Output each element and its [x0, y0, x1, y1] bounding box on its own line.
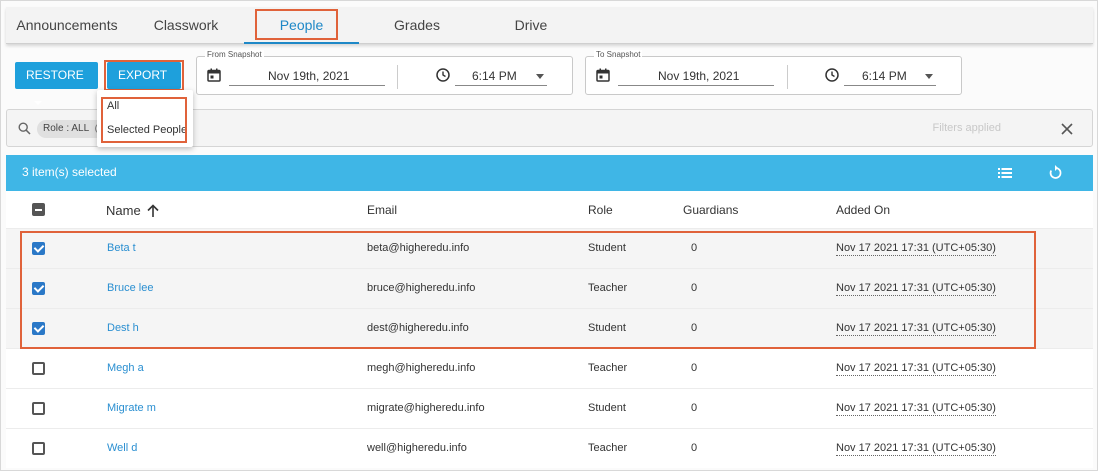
clock-icon[interactable]: [436, 68, 450, 82]
to-time-dropdown-icon[interactable]: [925, 74, 933, 79]
tab-drive[interactable]: Drive: [475, 7, 587, 44]
tab-grades[interactable]: Grades: [359, 7, 475, 44]
from-date-value[interactable]: Nov 19th, 2021: [268, 69, 349, 83]
calendar-icon[interactable]: [207, 68, 221, 82]
from-time-value[interactable]: 6:14 PM: [472, 69, 517, 83]
export-button[interactable]: EXPORT: [107, 62, 181, 105]
person-name-link[interactable]: Megh a: [107, 362, 144, 374]
export-menu: All Selected People: [97, 90, 193, 147]
role-cell: Teacher: [588, 282, 628, 294]
row-checkbox[interactable]: [32, 322, 45, 335]
added-on-cell: Nov 17 2021 17:31 (UTC+05:30): [836, 402, 996, 416]
email-cell: beta@higheredu.info: [367, 242, 470, 254]
guardians-cell: 0: [691, 402, 698, 414]
to-date-underline: [618, 85, 774, 86]
export-button-label: EXPORT: [118, 68, 168, 82]
from-snapshot-group: From Snapshot Nov 19th, 2021 6:14 PM: [196, 50, 573, 95]
to-snapshot-group: To Snapshot Nov 19th, 2021 6:14 PM: [585, 50, 962, 95]
added-on-cell: Nov 17 2021 17:31 (UTC+05:30): [836, 442, 996, 456]
role-cell: Student: [588, 402, 626, 414]
list-view-icon[interactable]: [998, 167, 1012, 179]
from-snapshot-legend: From Snapshot: [205, 50, 264, 59]
tab-announcements[interactable]: Announcements: [6, 7, 128, 44]
refresh-icon[interactable]: [1048, 165, 1062, 180]
guardians-cell: 0: [691, 282, 698, 294]
person-name-link[interactable]: Well d: [107, 442, 137, 454]
divider: [397, 65, 398, 89]
menu-item-selected-people[interactable]: Selected People: [107, 124, 187, 136]
to-date-value[interactable]: Nov 19th, 2021: [658, 69, 739, 83]
role-cell: Student: [588, 322, 626, 334]
arrow-up-icon[interactable]: [147, 204, 159, 217]
person-name-link[interactable]: Bruce lee: [107, 282, 153, 294]
added-on-cell: Nov 17 2021 17:31 (UTC+05:30): [836, 282, 996, 296]
role-filter-label: Role : ALL: [43, 123, 89, 134]
person-name-link[interactable]: Dest h: [107, 322, 139, 334]
role-column-header[interactable]: Role: [588, 203, 613, 217]
added-on-cell: Nov 17 2021 17:31 (UTC+05:30): [836, 242, 996, 256]
role-cell: Teacher: [588, 362, 628, 374]
role-cell: Student: [588, 242, 626, 254]
table-row[interactable]: Bruce lee bruce@higheredu.info Teacher 0…: [6, 268, 1093, 308]
selection-count: 3 item(s) selected: [22, 165, 117, 179]
guardians-column-header[interactable]: Guardians: [683, 203, 738, 217]
guardians-cell: 0: [691, 442, 698, 454]
role-cell: Teacher: [588, 442, 628, 454]
email-cell: bruce@higheredu.info: [367, 282, 476, 294]
row-checkbox[interactable]: [32, 282, 45, 295]
search-icon[interactable]: [18, 122, 31, 135]
name-column-label: Name: [106, 203, 141, 218]
email-cell: megh@higheredu.info: [367, 362, 476, 374]
divider: [787, 65, 788, 89]
tab-bar: Announcements Classwork People Grades Dr…: [6, 7, 1093, 44]
email-cell: migrate@higheredu.info: [367, 402, 485, 414]
table-row[interactable]: Migrate m migrate@higheredu.info Student…: [6, 388, 1093, 428]
close-icon[interactable]: [1061, 123, 1073, 135]
selection-bar: 3 item(s) selected: [6, 155, 1093, 191]
tab-people[interactable]: People: [244, 7, 359, 44]
added-on-cell: Nov 17 2021 17:31 (UTC+05:30): [836, 362, 996, 376]
calendar-icon[interactable]: [596, 68, 610, 82]
row-checkbox[interactable]: [32, 402, 45, 415]
to-time-value[interactable]: 6:14 PM: [862, 69, 907, 83]
row-checkbox[interactable]: [32, 362, 45, 375]
tab-classwork[interactable]: Classwork: [128, 7, 244, 44]
added-on-cell: Nov 17 2021 17:31 (UTC+05:30): [836, 322, 996, 336]
restore-button[interactable]: RESTORE: [15, 62, 98, 105]
added-on-column-header[interactable]: Added On: [836, 203, 890, 217]
email-cell: dest@higheredu.info: [367, 322, 469, 334]
clock-icon[interactable]: [825, 68, 839, 82]
guardians-cell: 0: [691, 362, 698, 374]
guardians-cell: 0: [691, 322, 698, 334]
to-snapshot-legend: To Snapshot: [594, 50, 643, 59]
restore-button-label: RESTORE: [26, 68, 84, 82]
row-checkbox[interactable]: [32, 242, 45, 255]
select-all-checkbox[interactable]: [32, 203, 45, 216]
person-name-link[interactable]: Beta t: [107, 242, 136, 254]
table-row[interactable]: Beta t beta@higheredu.info Student 0 Nov…: [6, 228, 1093, 268]
filters-applied-text: Filters applied: [932, 122, 1001, 134]
email-column-header[interactable]: Email: [367, 203, 397, 217]
menu-item-all[interactable]: All: [107, 100, 119, 112]
table-header: Name Email Role Guardians Added On: [6, 191, 1093, 228]
name-column-header[interactable]: Name: [106, 203, 159, 218]
email-cell: well@higheredu.info: [367, 442, 467, 454]
to-time-underline: [844, 85, 936, 86]
chevron-down-icon: [34, 100, 42, 105]
table-row[interactable]: Well d well@higheredu.info Teacher 0 Nov…: [6, 428, 1093, 468]
from-time-underline: [455, 85, 547, 86]
from-date-underline: [229, 85, 385, 86]
guardians-cell: 0: [691, 242, 698, 254]
table-row[interactable]: Dest h dest@higheredu.info Student 0 Nov…: [6, 308, 1093, 348]
page-frame: Announcements Classwork People Grades Dr…: [0, 0, 1098, 471]
person-name-link[interactable]: Migrate m: [107, 402, 156, 414]
row-checkbox[interactable]: [32, 442, 45, 455]
active-tab-indicator: [244, 42, 359, 44]
table-row[interactable]: Megh a megh@higheredu.info Teacher 0 Nov…: [6, 348, 1093, 388]
from-time-dropdown-icon[interactable]: [536, 74, 544, 79]
